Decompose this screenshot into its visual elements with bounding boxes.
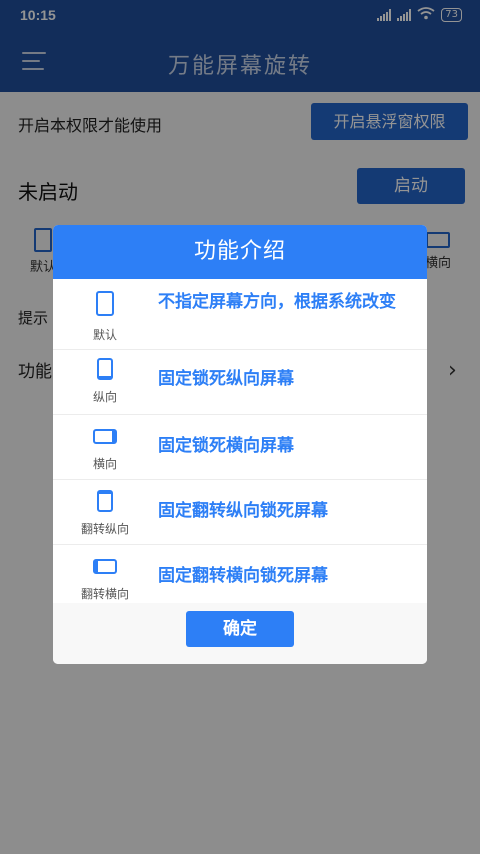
phone-landscape-flip-icon bbox=[93, 559, 117, 574]
item-description: 固定锁死纵向屏幕 bbox=[158, 369, 294, 389]
item-description: 不指定屏幕方向，根据系统改变 bbox=[158, 292, 396, 312]
item-description: 固定锁死横向屏幕 bbox=[158, 436, 294, 456]
list-item: 翻转横向 固定翻转横向锁死屏幕 bbox=[53, 544, 427, 609]
list-item: 默认 不指定屏幕方向，根据系统改变 bbox=[53, 279, 427, 349]
list-item: 纵向 固定锁死纵向屏幕 bbox=[53, 349, 427, 414]
phone-portrait-flip-icon bbox=[97, 490, 113, 512]
item-label: 翻转纵向 bbox=[80, 522, 129, 536]
dialog-title: 功能介绍 bbox=[53, 225, 427, 279]
confirm-button[interactable]: 确定 bbox=[186, 611, 294, 647]
item-label: 横向 bbox=[92, 457, 117, 471]
feature-intro-dialog: 功能介绍 默认 不指定屏幕方向，根据系统改变 纵向 固定锁死纵向屏幕 横向 固定… bbox=[53, 225, 427, 664]
phone-outline-icon bbox=[96, 291, 114, 316]
phone-portrait-icon bbox=[97, 358, 113, 380]
list-item: 横向 固定锁死横向屏幕 bbox=[53, 414, 427, 479]
item-label: 翻转横向 bbox=[80, 587, 129, 601]
item-description: 固定翻转横向锁死屏幕 bbox=[158, 566, 328, 586]
item-label: 纵向 bbox=[92, 390, 117, 404]
feature-list: 默认 不指定屏幕方向，根据系统改变 纵向 固定锁死纵向屏幕 横向 固定锁死横向屏… bbox=[53, 279, 427, 609]
item-label: 默认 bbox=[92, 328, 117, 342]
phone-landscape-icon bbox=[93, 429, 117, 444]
dialog-footer: 确定 bbox=[53, 603, 427, 664]
item-description: 固定翻转纵向锁死屏幕 bbox=[158, 501, 328, 521]
list-item: 翻转纵向 固定翻转纵向锁死屏幕 bbox=[53, 479, 427, 544]
